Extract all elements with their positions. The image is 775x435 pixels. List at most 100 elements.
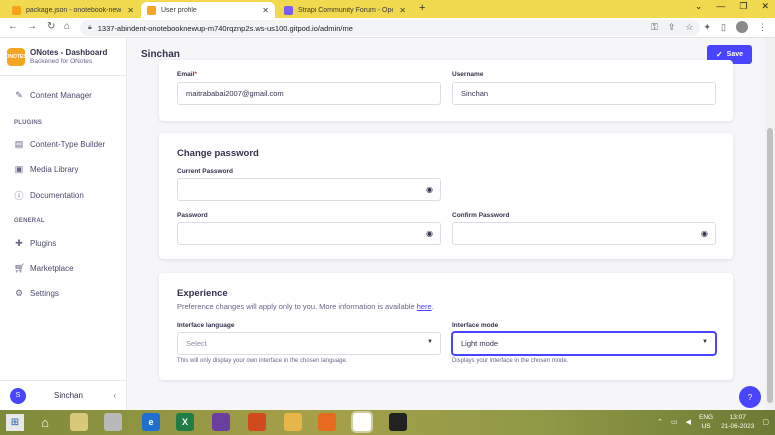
clock[interactable]: 13:07 21-06-2023 [721, 413, 754, 431]
save-label: Save [726, 51, 744, 58]
close-icon[interactable]: ✕ [399, 6, 406, 15]
layout-icon: ▤ [14, 139, 24, 149]
sidebar-user: S Sinchan ‹ [0, 380, 126, 410]
more-info-link[interactable]: here [417, 302, 432, 311]
menu-icon[interactable]: ⋮ [758, 22, 767, 33]
browser-toolbar: ← → ↻ ⌂ 🔒︎ 1337-abindent-onotebooknewup-… [0, 18, 775, 38]
forum-favicon-icon [284, 5, 293, 15]
mode-value: Light mode [461, 339, 499, 348]
minimize-icon[interactable]: — [716, 1, 725, 12]
page-title: Sinchan [141, 49, 180, 60]
chevron-down-icon[interactable]: ⌄ [695, 1, 703, 12]
language-indicator[interactable]: ENG US [699, 413, 713, 431]
sidebar-item-label: Settings [30, 289, 59, 298]
restore-icon[interactable]: ❐ [739, 1, 747, 12]
sidepanel-icon[interactable]: ▯ [721, 22, 726, 33]
windows-start-icon[interactable]: ⊞ [6, 414, 24, 431]
caret-down-icon: ▼ [427, 339, 433, 345]
back-arrow-icon[interactable]: ← [8, 21, 18, 32]
network-icon[interactable]: ▭ [671, 418, 678, 426]
forward-arrow-icon[interactable]: → [27, 21, 37, 32]
tab-strapi-forum[interactable]: Strapi Community Forum - Ope ✕ [278, 2, 412, 18]
scrollbar-thumb[interactable] [767, 128, 773, 403]
new-tab-icon[interactable]: + [419, 2, 425, 14]
caret-down-icon: ▼ [702, 339, 708, 345]
interface-mode-label: Interface mode [452, 322, 499, 329]
confirm-password-field[interactable]: ◉ [452, 222, 716, 245]
current-password-field[interactable]: ◉ [177, 178, 441, 201]
excel-icon[interactable]: X [176, 413, 194, 431]
tab-user-profile[interactable]: User profile ✕ [141, 2, 275, 18]
eye-off-icon[interactable]: ◉ [701, 229, 708, 238]
teams-icon[interactable] [212, 413, 230, 431]
chevron-up-icon[interactable]: ⌃ [657, 418, 663, 426]
gear-icon: ⚙ [14, 288, 24, 298]
username-field[interactable]: Sinchan [452, 82, 716, 105]
language-hint: This will only display your own interfac… [177, 358, 348, 364]
strapi-favicon-icon [147, 5, 156, 15]
pen-icon: ✎ [15, 90, 23, 100]
tab-package-json[interactable]: package.json - onotebook-new- ✕ [6, 2, 140, 18]
file-explorer-icon[interactable] [70, 413, 88, 431]
obs-icon[interactable] [389, 413, 407, 431]
puzzle-icon: ✚ [15, 238, 23, 248]
user-name[interactable]: Sinchan [54, 391, 83, 400]
key-icon[interactable]: ⚿ [651, 22, 658, 33]
image-icon: ▣ [14, 164, 24, 174]
home-icon[interactable]: ⌂ [64, 21, 70, 32]
interface-language-select[interactable]: Select ▼ [177, 332, 441, 355]
notifications-icon[interactable]: ▢ [762, 418, 769, 426]
url-text: 1337-abindent-onotebooknewup-m740rqznp2s… [97, 23, 353, 33]
share-icon[interactable]: ⇪ [668, 22, 676, 33]
eye-off-icon[interactable]: ◉ [426, 185, 433, 194]
interface-mode-select[interactable]: Light mode ▼ [452, 332, 716, 355]
nav-section-plugins: PLUGINS [14, 120, 43, 126]
lock-icon[interactable]: 🔒︎ [88, 24, 92, 32]
tab-title: User profile [161, 6, 197, 14]
reload-icon[interactable]: ↻ [47, 21, 55, 32]
scrollbar[interactable] [765, 38, 775, 410]
close-icon[interactable]: ✕ [127, 6, 134, 15]
sidebar-item-documentation[interactable]: ⓘ Documentation [14, 189, 83, 202]
sidebar-item-plugins[interactable]: ✚ Plugins [14, 238, 56, 249]
change-password-heading: Change password [177, 148, 259, 159]
edge-browser-icon[interactable]: e [142, 413, 160, 431]
close-window-icon[interactable]: ✕ [761, 1, 769, 12]
home-icon[interactable]: ⌂ [36, 413, 54, 431]
sidebar-item-settings[interactable]: ⚙ Settings [14, 288, 59, 299]
password-field[interactable]: ◉ [177, 222, 441, 245]
sidebar-item-label: Media Library [30, 165, 79, 174]
sidebar-item-label: Marketplace [30, 264, 74, 273]
toolbar-actions: ⚿ ⇪ ☆ ✦ ▯ ⋮ [651, 21, 767, 33]
extensions-icon[interactable]: ✦ [704, 22, 712, 33]
profile-card: Email* maitrababai2007@gmail.com Usernam… [159, 60, 733, 121]
volume-icon[interactable]: ◀ [686, 418, 691, 426]
lang-top: ENG [699, 414, 714, 421]
address-bar[interactable]: 🔒︎ 1337-abindent-onotebooknewup-m740rqzn… [80, 20, 700, 36]
password-label: Password [177, 212, 208, 219]
folder-icon[interactable] [284, 413, 302, 431]
sidebar-item-content-manager[interactable]: ✎ Content Manager [14, 90, 92, 101]
email-field[interactable]: maitrababai2007@gmail.com [177, 82, 441, 105]
info-icon: ⓘ [14, 191, 24, 201]
lang-bottom: US [701, 423, 711, 430]
profile-avatar[interactable] [736, 21, 748, 33]
experience-description: Preference changes will apply only to yo… [177, 302, 434, 311]
chevron-left-icon[interactable]: ‹ [113, 391, 116, 400]
firefox-icon[interactable] [318, 413, 336, 431]
interface-language-label: Interface language [177, 322, 235, 329]
star-icon[interactable]: ☆ [685, 22, 693, 33]
username-value: Sinchan [461, 89, 489, 98]
help-button[interactable]: ? [739, 386, 761, 408]
sidebar-item-marketplace[interactable]: 🛒︎ Marketplace [14, 263, 74, 274]
chrome-icon[interactable] [351, 411, 373, 433]
sidebar-item-media-library[interactable]: ▣ Media Library [14, 164, 79, 175]
close-icon[interactable]: ✕ [262, 6, 269, 15]
sidebar-item-content-type-builder[interactable]: ▤ Content-Type Builder [14, 139, 105, 150]
powerpoint-icon[interactable] [248, 413, 266, 431]
eye-off-icon[interactable]: ◉ [426, 229, 433, 238]
avatar[interactable]: S [10, 387, 26, 404]
tools-icon[interactable] [104, 413, 122, 431]
sidebar-item-label: Content Manager [30, 91, 92, 100]
username-label: Username [452, 71, 484, 78]
